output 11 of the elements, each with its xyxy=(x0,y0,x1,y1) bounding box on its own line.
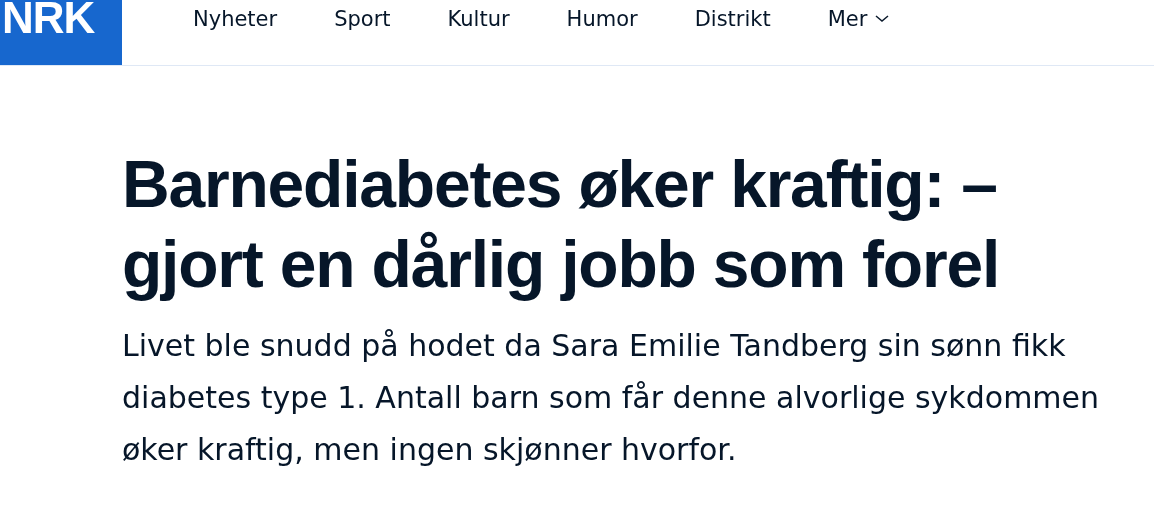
headline: gjort en dårlig jobb som forel xyxy=(122,226,1000,303)
nav-link[interactable]: Humor xyxy=(566,0,638,38)
chevron-down-icon xyxy=(875,15,890,23)
nav-link[interactable]: Sport xyxy=(334,0,391,38)
headline: Barnediabetes øker kraftig: – xyxy=(122,146,997,223)
lede-paragraph: Livet ble snudd på hodet da Sara Emilie Tandberg sin sønn fikk diabetes type 1. Antall barn som får denne alvorlige sykdommen øker kraftig, men ingen skjønner hvorfor. xyxy=(122,327,1101,469)
nav-link[interactable]: Distrikt xyxy=(694,0,771,38)
logo[interactable]: NRK xyxy=(0,0,122,65)
nav-link[interactable]: Kultur xyxy=(447,0,510,38)
nav-link[interactable]: Nyheter xyxy=(193,0,278,38)
more-menu-button[interactable]: Mer xyxy=(827,0,890,38)
